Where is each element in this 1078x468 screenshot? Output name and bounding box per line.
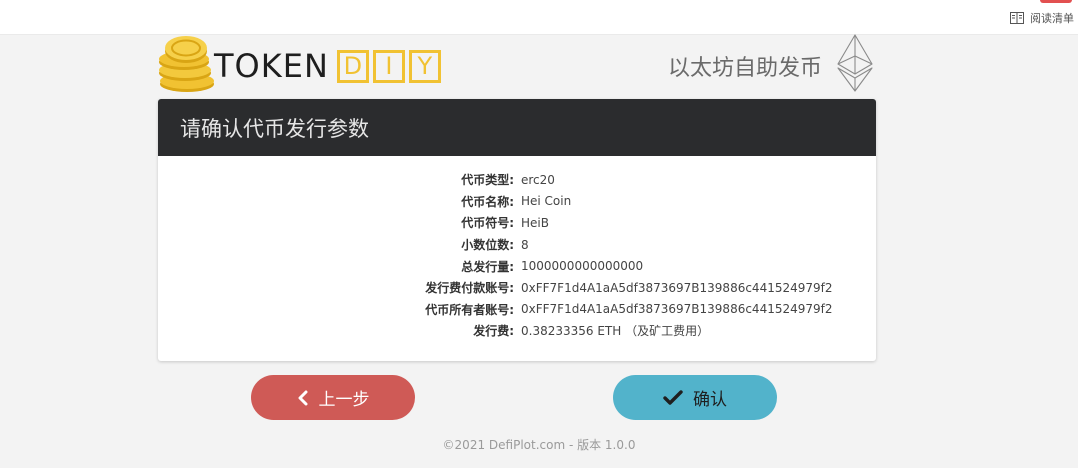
param-row-owner-account: 代币所有者账号: 0xFF7F1d4A1aA5df3873697B139886c… (158, 299, 876, 321)
param-row-token-type: 代币类型: erc20 (158, 169, 876, 191)
logo-accent: D I Y (336, 49, 445, 83)
param-label: 代币名称: (461, 194, 514, 209)
param-value: erc20 (521, 172, 555, 187)
param-label: 代币符号: (461, 216, 514, 231)
param-row-token-symbol: 代币符号: HeiB (158, 212, 876, 234)
panel-header: 请确认代币发行参数 (158, 99, 876, 156)
browser-toolbar: 阅读清单 (0, 0, 1078, 35)
param-label: 发行费付款账号: (425, 281, 514, 296)
site-header: TOKEN D I Y 以太坊自助发币 (158, 34, 878, 100)
chevron-left-icon (297, 390, 309, 406)
footer-copyright: ©2021 DefiPlot.com - 版本 1.0.0 (442, 438, 636, 452)
param-label: 代币类型: (461, 173, 514, 188)
logo-wordmark: TOKEN (214, 47, 329, 85)
param-value: 1000000000000000 (521, 259, 644, 274)
checkmark-icon (663, 389, 683, 406)
tokendiy-logo[interactable]: TOKEN D I Y (158, 34, 445, 94)
logo-letter: D (336, 49, 369, 83)
param-label: 总发行量: (461, 259, 514, 274)
param-row-total-supply: 总发行量: 1000000000000000 (158, 255, 876, 277)
param-value: Hei Coin (521, 194, 572, 209)
notification-tab (1040, 0, 1072, 3)
param-value: 8 (521, 237, 529, 252)
confirm-label: 确认 (693, 390, 727, 410)
param-value: 0xFF7F1d4A1aA5df3873697B139886c441524979… (521, 280, 833, 295)
param-row-issue-fee: 发行费: 0.38233356 ETH （及矿工费用） (158, 320, 876, 342)
confirm-button[interactable]: 确认 (613, 375, 777, 420)
previous-step-label: 上一步 (318, 390, 370, 410)
param-value: HeiB (521, 215, 549, 230)
params-list: 代币类型: erc20 代币名称: Hei Coin 代币符号: HeiB 小数… (158, 169, 876, 342)
reading-list-label: 阅读清单 (1030, 12, 1074, 25)
coins-icon (159, 36, 214, 92)
param-value: 0xFF7F1d4A1aA5df3873697B139886c441524979… (521, 302, 833, 317)
panel-title: 请确认代币发行参数 (180, 116, 369, 141)
ethereum-icon (837, 34, 873, 92)
reading-list-button[interactable]: 阅读清单 (1010, 10, 1074, 26)
reading-list-icon (1010, 12, 1024, 24)
logo-letter: Y (408, 49, 441, 83)
param-label: 小数位数: (461, 238, 514, 253)
site-tagline: 以太坊自助发币 (667, 56, 822, 81)
param-label: 发行费: (473, 324, 514, 339)
previous-step-button[interactable]: 上一步 (251, 375, 415, 420)
logo-letter: I (372, 49, 405, 83)
param-value: 0.38233356 ETH （及矿工费用） (521, 324, 710, 339)
param-row-payer-account: 发行费付款账号: 0xFF7F1d4A1aA5df3873697B139886c… (158, 277, 876, 299)
param-label: 代币所有者账号: (425, 302, 514, 317)
param-row-decimals: 小数位数: 8 (158, 234, 876, 256)
confirm-panel: 请确认代币发行参数 代币类型: erc20 代币名称: Hei Coin 代币符… (158, 99, 876, 361)
param-row-token-name: 代币名称: Hei Coin (158, 191, 876, 213)
